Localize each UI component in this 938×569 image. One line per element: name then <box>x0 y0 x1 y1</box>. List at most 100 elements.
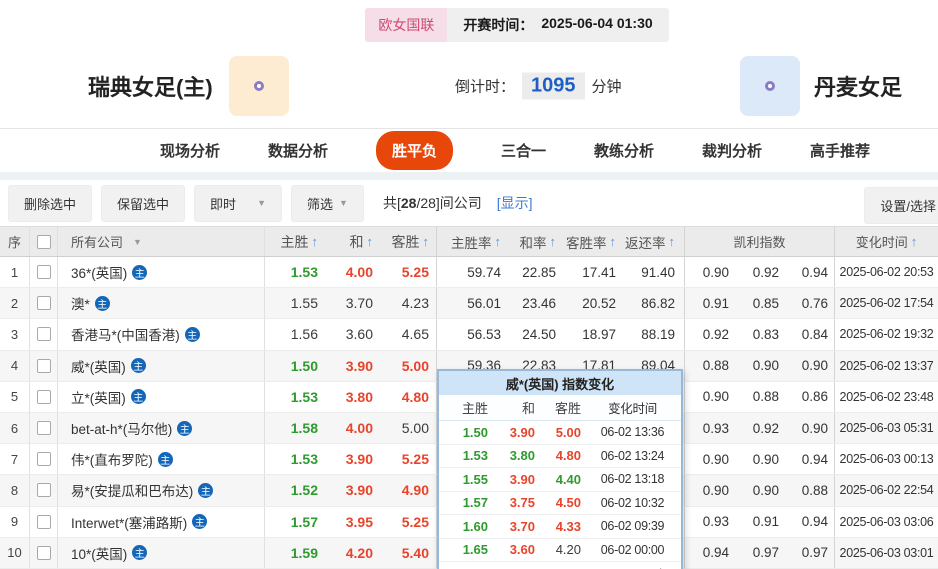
home-odds[interactable]: 1.56 <box>265 319 325 349</box>
header-home-rate[interactable]: 主胜率 ↑ <box>437 227 510 256</box>
row-index: 6 <box>0 412 30 444</box>
away-rate: 20.52 <box>582 295 616 311</box>
popup-row: 1.57 3.75 4.50 06-02 10:32 <box>439 491 681 515</box>
home-odds[interactable]: 1.57 <box>265 507 325 537</box>
tab-数据分析[interactable]: 数据分析 <box>268 140 328 161</box>
home-odds[interactable]: 1.53 <box>265 382 325 412</box>
kelly-value: 0.91 <box>702 295 729 311</box>
show-link[interactable]: [显示] <box>497 193 533 213</box>
away-odds[interactable]: 5.25 <box>380 444 437 475</box>
home-odds[interactable]: 1.53 <box>265 444 325 474</box>
company-name: 香港马*(中国香港) <box>71 328 180 344</box>
kelly-value: 0.90 <box>752 482 779 498</box>
company-cell[interactable]: 伟*(直布罗陀) 主 <box>58 444 265 475</box>
away-odds[interactable]: 5.00 <box>380 350 437 381</box>
header-draw-rate[interactable]: 和率 ↑ <box>510 227 565 256</box>
header-away-odds[interactable]: 客胜 ↑ <box>380 227 437 256</box>
header-away-rate[interactable]: 客胜率 ↑ <box>565 227 625 256</box>
away-flag-tile <box>739 56 800 116</box>
popup-home-odds: 1.55 <box>462 471 488 487</box>
row-checkbox[interactable] <box>36 452 51 467</box>
row-checkbox-cell <box>30 257 58 288</box>
companies-count-shown: 28 <box>400 195 417 211</box>
row-index: 10 <box>0 537 30 568</box>
company-cell[interactable]: 香港马*(中国香港) 主 <box>58 319 265 350</box>
draw-odds[interactable]: 3.95 <box>325 507 380 537</box>
away-odds[interactable]: 4.90 <box>380 475 437 506</box>
away-odds[interactable]: 4.80 <box>380 381 437 412</box>
popup-header-time: 变化时间 <box>608 402 657 416</box>
draw-odds[interactable]: 3.80 <box>325 382 380 412</box>
away-odds[interactable]: 4.65 <box>380 319 437 350</box>
header-company[interactable]: 所有公司 ▼ <box>58 227 265 256</box>
company-cell[interactable]: 易*(安提瓜和巴布达) 主 <box>58 475 265 506</box>
row-checkbox[interactable] <box>36 265 51 280</box>
row-checkbox[interactable] <box>36 483 51 498</box>
tab-裁判分析[interactable]: 裁判分析 <box>702 140 762 161</box>
row-checkbox[interactable] <box>36 421 51 436</box>
filter-dropdown[interactable]: 筛选 ▼ <box>291 184 364 222</box>
header-payout-rate[interactable]: 返还率 ↑ <box>625 227 685 256</box>
keep-selected-button[interactable]: 保留选中 <box>101 184 186 222</box>
header-home-odds[interactable]: 主胜 ↑ <box>265 227 325 256</box>
away-odds[interactable]: 5.25 <box>380 257 437 288</box>
home-odds[interactable]: 1.55 <box>265 288 325 318</box>
draw-odds[interactable]: 3.60 <box>325 319 380 349</box>
away-rate: 18.97 <box>582 326 616 342</box>
header-draw-odds[interactable]: 和 ↑ <box>325 227 380 256</box>
row-checkbox-cell <box>30 319 58 350</box>
draw-odds[interactable]: 3.90 <box>325 475 380 505</box>
row-checkbox[interactable] <box>36 358 51 373</box>
teams-row: 瑞典女足(主) 倒计时： 1095 分钟 丹麦女足 <box>0 44 938 128</box>
company-cell[interactable]: 澳* 主 <box>58 288 265 319</box>
draw-odds[interactable]: 4.00 <box>325 413 380 443</box>
tab-高手推荐[interactable]: 高手推荐 <box>810 140 870 161</box>
tab-三合一[interactable]: 三合一 <box>501 140 546 161</box>
home-odds[interactable]: 1.50 <box>265 351 325 381</box>
popup-away-odds: 4.80 <box>555 448 581 464</box>
home-rate: 56.53 <box>467 326 501 342</box>
home-odds[interactable]: 1.53 <box>265 257 325 287</box>
away-odds[interactable]: 5.40 <box>380 537 437 568</box>
row-index: 3 <box>0 319 30 350</box>
company-cell[interactable]: Interwet*(塞浦路斯) 主 <box>58 506 265 537</box>
company-cell[interactable]: bet-at-h*(马尔他) 主 <box>58 412 265 444</box>
company-cell[interactable]: 10*(英国) 主 <box>58 537 265 568</box>
draw-odds[interactable]: 4.00 <box>325 257 380 287</box>
top-bar: 欧女国联 开赛时间： 2025-06-04 01:30 <box>0 0 938 44</box>
settings-button[interactable]: 设置/选择 <box>864 187 938 224</box>
draw-odds[interactable]: 3.90 <box>325 444 380 474</box>
delete-selected-button[interactable]: 删除选中 <box>8 184 93 222</box>
filter-dropdown-label: 筛选 <box>307 196 334 212</box>
row-checkbox[interactable] <box>36 389 51 404</box>
chevron-down-icon: ▼ <box>133 236 142 247</box>
draw-rate: 23.46 <box>522 295 556 311</box>
away-odds[interactable]: 5.00 <box>380 412 437 444</box>
away-odds[interactable]: 4.23 <box>380 288 437 319</box>
tab-教练分析[interactable]: 教练分析 <box>594 140 654 161</box>
row-checkbox[interactable] <box>36 296 51 311</box>
select-all-checkbox[interactable] <box>36 234 51 249</box>
table-row: 1 36*(英国) 主 1.53 4.00 5.25 59.74 22.85 17.41 91.4… <box>0 257 938 289</box>
company-cell[interactable]: 立*(英国) 主 <box>58 381 265 412</box>
header-change-time[interactable]: 变化时间 ↑ <box>835 227 938 256</box>
tab-现场分析[interactable]: 现场分析 <box>160 140 220 161</box>
company-cell[interactable]: 36*(英国) 主 <box>58 257 265 288</box>
odds-comparison-page: 欧女国联 开赛时间： 2025-06-04 01:30 瑞典女足(主) 倒计时：… <box>0 0 938 569</box>
home-odds[interactable]: 1.58 <box>265 413 325 443</box>
draw-odds[interactable]: 4.20 <box>325 538 380 568</box>
draw-odds[interactable]: 3.90 <box>325 351 380 381</box>
change-time: 2025-06-02 17:54 <box>839 296 934 311</box>
home-odds[interactable]: 1.52 <box>265 475 325 505</box>
company-cell[interactable]: 威*(英国) 主 <box>58 350 265 381</box>
home-odds[interactable]: 1.59 <box>265 538 325 568</box>
sort-asc-icon: ↑ <box>910 234 918 249</box>
tab-胜平负[interactable]: 胜平负 <box>375 131 453 170</box>
row-checkbox[interactable] <box>36 327 51 342</box>
draw-odds[interactable]: 3.70 <box>325 288 380 318</box>
change-time: 2025-06-02 13:37 <box>839 358 934 373</box>
away-odds[interactable]: 5.25 <box>380 506 437 537</box>
row-checkbox[interactable] <box>36 514 51 529</box>
live-dropdown[interactable]: 即时 ▼ <box>194 184 283 222</box>
row-checkbox[interactable] <box>36 545 51 560</box>
